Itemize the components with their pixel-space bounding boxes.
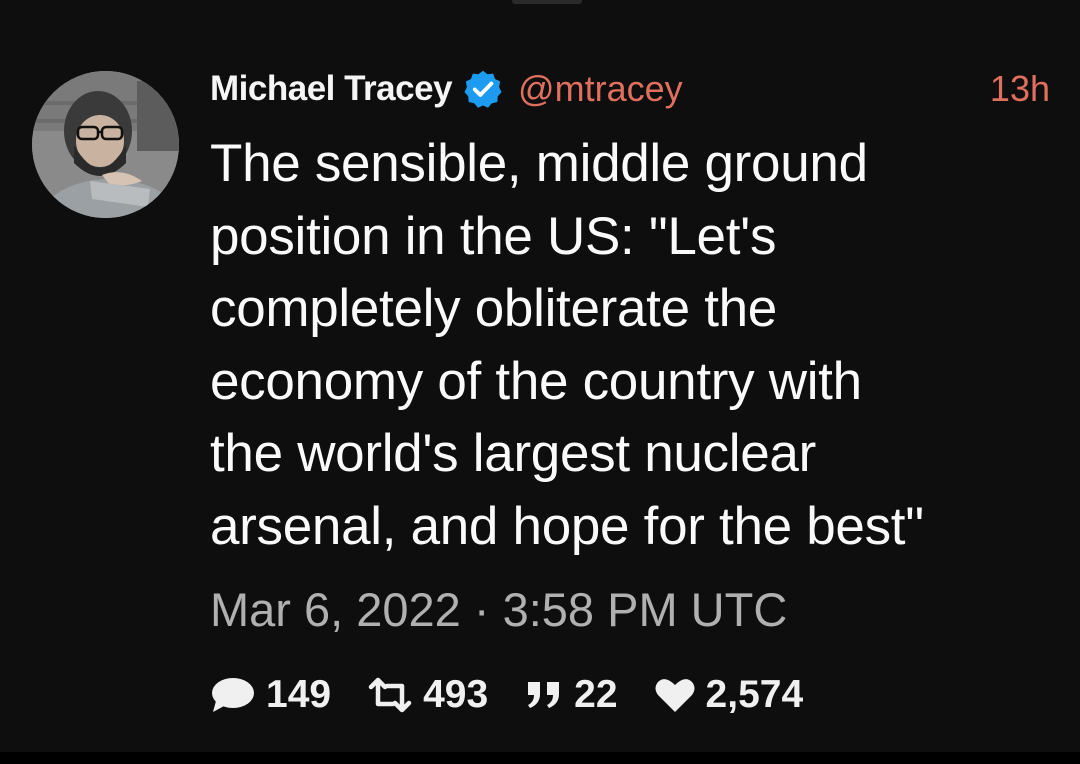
tweet-card: Michael Tracey @mtracey 13h The sensible…: [0, 0, 1080, 752]
tweet-stats: 149 493 22 2,574: [210, 670, 839, 720]
drag-handle[interactable]: [512, 0, 582, 4]
author-handle[interactable]: @mtracey: [518, 68, 683, 110]
retweet-icon: [367, 677, 413, 713]
author-name[interactable]: Michael Tracey: [210, 69, 453, 109]
speech-bubble-icon: [210, 675, 256, 715]
heart-icon: [654, 676, 696, 714]
reply-count: 149: [266, 673, 332, 716]
like-stat[interactable]: 2,574: [654, 673, 804, 717]
like-count: 2,574: [705, 673, 804, 716]
bottom-divider: [0, 752, 1080, 764]
quote-stat[interactable]: 22: [524, 673, 618, 717]
retweet-stat[interactable]: 493: [367, 673, 488, 717]
quote-count: 22: [574, 673, 618, 716]
avatar-image: [32, 71, 179, 218]
reply-stat[interactable]: 149: [210, 673, 331, 717]
quote-icon: [524, 678, 564, 712]
tweet-text: The sensible, middle ground position in …: [210, 134, 924, 556]
tweet-timestamp[interactable]: Mar 6, 2022 · 3:58 PM UTC: [210, 582, 787, 637]
verified-badge-icon: [462, 68, 504, 110]
avatar[interactable]: [32, 71, 179, 218]
tweet-header: Michael Tracey @mtracey 13h: [210, 66, 1050, 112]
retweet-count: 493: [423, 673, 489, 716]
time-ago[interactable]: 13h: [990, 68, 1050, 110]
